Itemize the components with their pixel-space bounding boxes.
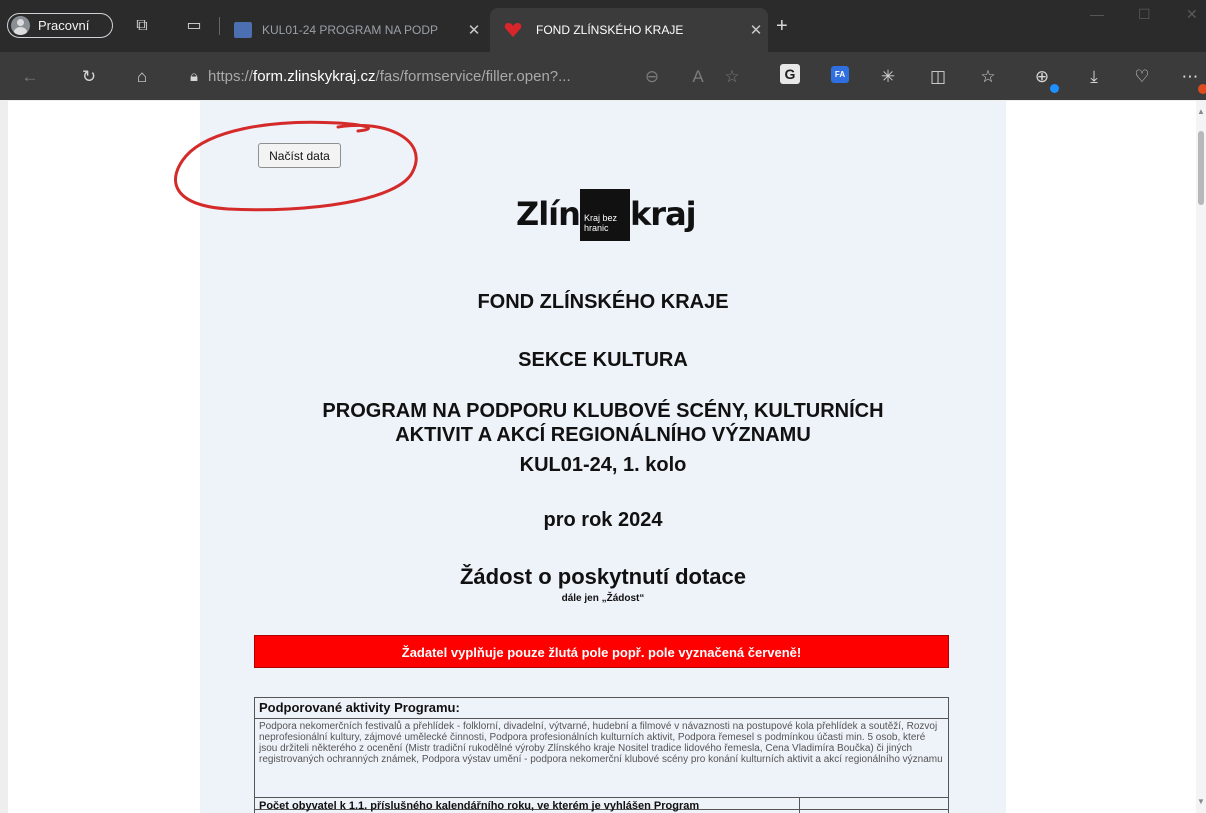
split-screen-icon[interactable]: ◫ — [926, 65, 950, 89]
maximize-icon[interactable]: ☐ — [1138, 6, 1151, 23]
population-label: Počet obyvatel k 1.1. příslušného kalend… — [255, 798, 800, 813]
supported-activities-box: Podporované aktivity Programu: Podpora n… — [254, 697, 949, 810]
heart-favicon-icon — [504, 23, 522, 37]
close-window-icon[interactable]: ✕ — [1186, 6, 1198, 23]
downloads-icon[interactable]: ⤓ — [1082, 65, 1106, 89]
avatar-icon — [11, 16, 30, 35]
profile-label: Pracovní — [38, 18, 90, 33]
favorites-icon[interactable]: ☆ — [976, 65, 1000, 89]
extensions-icon[interactable]: ✳ — [876, 65, 900, 89]
tab-kul01[interactable]: KUL01-24 PROGRAM NA PODP ✕ — [226, 8, 486, 52]
address-bar[interactable]: 🔒︎ https:// form.zlinskykraj.cz /fas/for… — [180, 61, 758, 91]
population-row: Počet obyvatel k 1.1. příslušného kalend… — [254, 797, 949, 813]
population-input[interactable] — [800, 798, 948, 813]
program-title: PROGRAM NA PODPORU KLUBOVÉ SCÉNY, KULTUR… — [200, 399, 1006, 447]
supported-activities-text: Podpora nekomerčních festivalů a přehlíd… — [259, 721, 943, 765]
scroll-up-icon[interactable]: ▲ — [1197, 107, 1205, 116]
request-title: Žádost o poskytnutí dotace — [459, 564, 747, 589]
zoom-icon[interactable]: ⊖ — [640, 65, 664, 89]
tab-label: FOND ZLÍNSKÉHO KRAJE — [536, 23, 684, 37]
vertical-scrollbar[interactable]: ▲ ▼ — [1196, 101, 1206, 813]
supported-activities-title: Podporované aktivity Programu: — [255, 698, 948, 719]
home-icon[interactable]: ⌂ — [130, 65, 154, 89]
minimize-icon[interactable]: — — [1090, 6, 1104, 22]
lock-icon[interactable]: 🔒︎ — [180, 68, 208, 85]
tab-fond[interactable]: FOND ZLÍNSKÉHO KRAJE ✕ — [490, 8, 768, 52]
fa-extension-icon[interactable]: FA — [831, 66, 849, 83]
request-subtitle: dále jen „Žádost“ — [561, 593, 645, 604]
program-line-2: AKTIVIT A AKCÍ REGIONÁLNÍHO VÝZNAMU — [395, 424, 811, 446]
close-tab-icon[interactable]: ✕ — [462, 21, 486, 39]
browser-essentials-icon[interactable]: ♡ — [1130, 65, 1154, 89]
warning-banner: Žadatel vyplňuje pouze žlutá pole popř. … — [254, 635, 949, 668]
section-heading: SEKCE KULTURA — [518, 349, 688, 371]
favorite-star-icon[interactable]: ☆ — [720, 65, 744, 89]
annotation-circle — [174, 120, 418, 212]
profile-button[interactable]: Pracovní — [7, 13, 113, 38]
back-icon[interactable]: ← — [18, 65, 42, 89]
read-aloud-icon[interactable]: A — [686, 65, 710, 89]
scroll-thumb[interactable] — [1198, 131, 1204, 205]
refresh-icon[interactable]: ↻ — [77, 65, 101, 89]
navigation-bar: ← ↻ ⌂ 🔒︎ https:// form.zlinskykraj.cz /f… — [0, 52, 1206, 100]
tab-actions-icon[interactable]: ▭ — [183, 15, 205, 37]
workspaces-icon[interactable]: ⧉ — [131, 15, 153, 37]
close-tab-icon[interactable]: ✕ — [744, 21, 768, 39]
program-line-1: PROGRAM NA PODPORU KLUBOVÉ SCÉNY, KULTUR… — [322, 400, 884, 422]
tab-separator — [219, 17, 220, 35]
tab-strip: Pracovní ⧉ ▭ KUL01-24 PROGRAM NA PODP ✕ … — [0, 0, 1206, 52]
tab-label: KUL01-24 PROGRAM NA PODP — [262, 23, 439, 37]
page-viewport: Načíst data Zlíns Kraj bez hranic kraj F… — [8, 101, 1196, 813]
new-tab-icon[interactable]: + — [776, 15, 788, 38]
url-prefix: https:// — [208, 67, 254, 85]
grammar-extension-icon[interactable]: G — [780, 64, 800, 84]
program-year: pro rok 2024 — [543, 509, 663, 531]
logo-text-right: kraj — [630, 195, 697, 233]
url-host: form.zlinskykraj.cz — [253, 67, 376, 85]
fund-heading: FOND ZLÍNSKÉHO KRAJE — [477, 291, 729, 313]
scroll-down-icon[interactable]: ▼ — [1197, 797, 1205, 806]
alert-badge — [1198, 84, 1206, 94]
download-badge — [1050, 84, 1059, 93]
program-code: KUL01-24, 1. kolo — [519, 454, 687, 476]
document-favicon-icon — [234, 22, 252, 38]
url-path: /fas/formservice/filler.open?... — [375, 67, 571, 85]
